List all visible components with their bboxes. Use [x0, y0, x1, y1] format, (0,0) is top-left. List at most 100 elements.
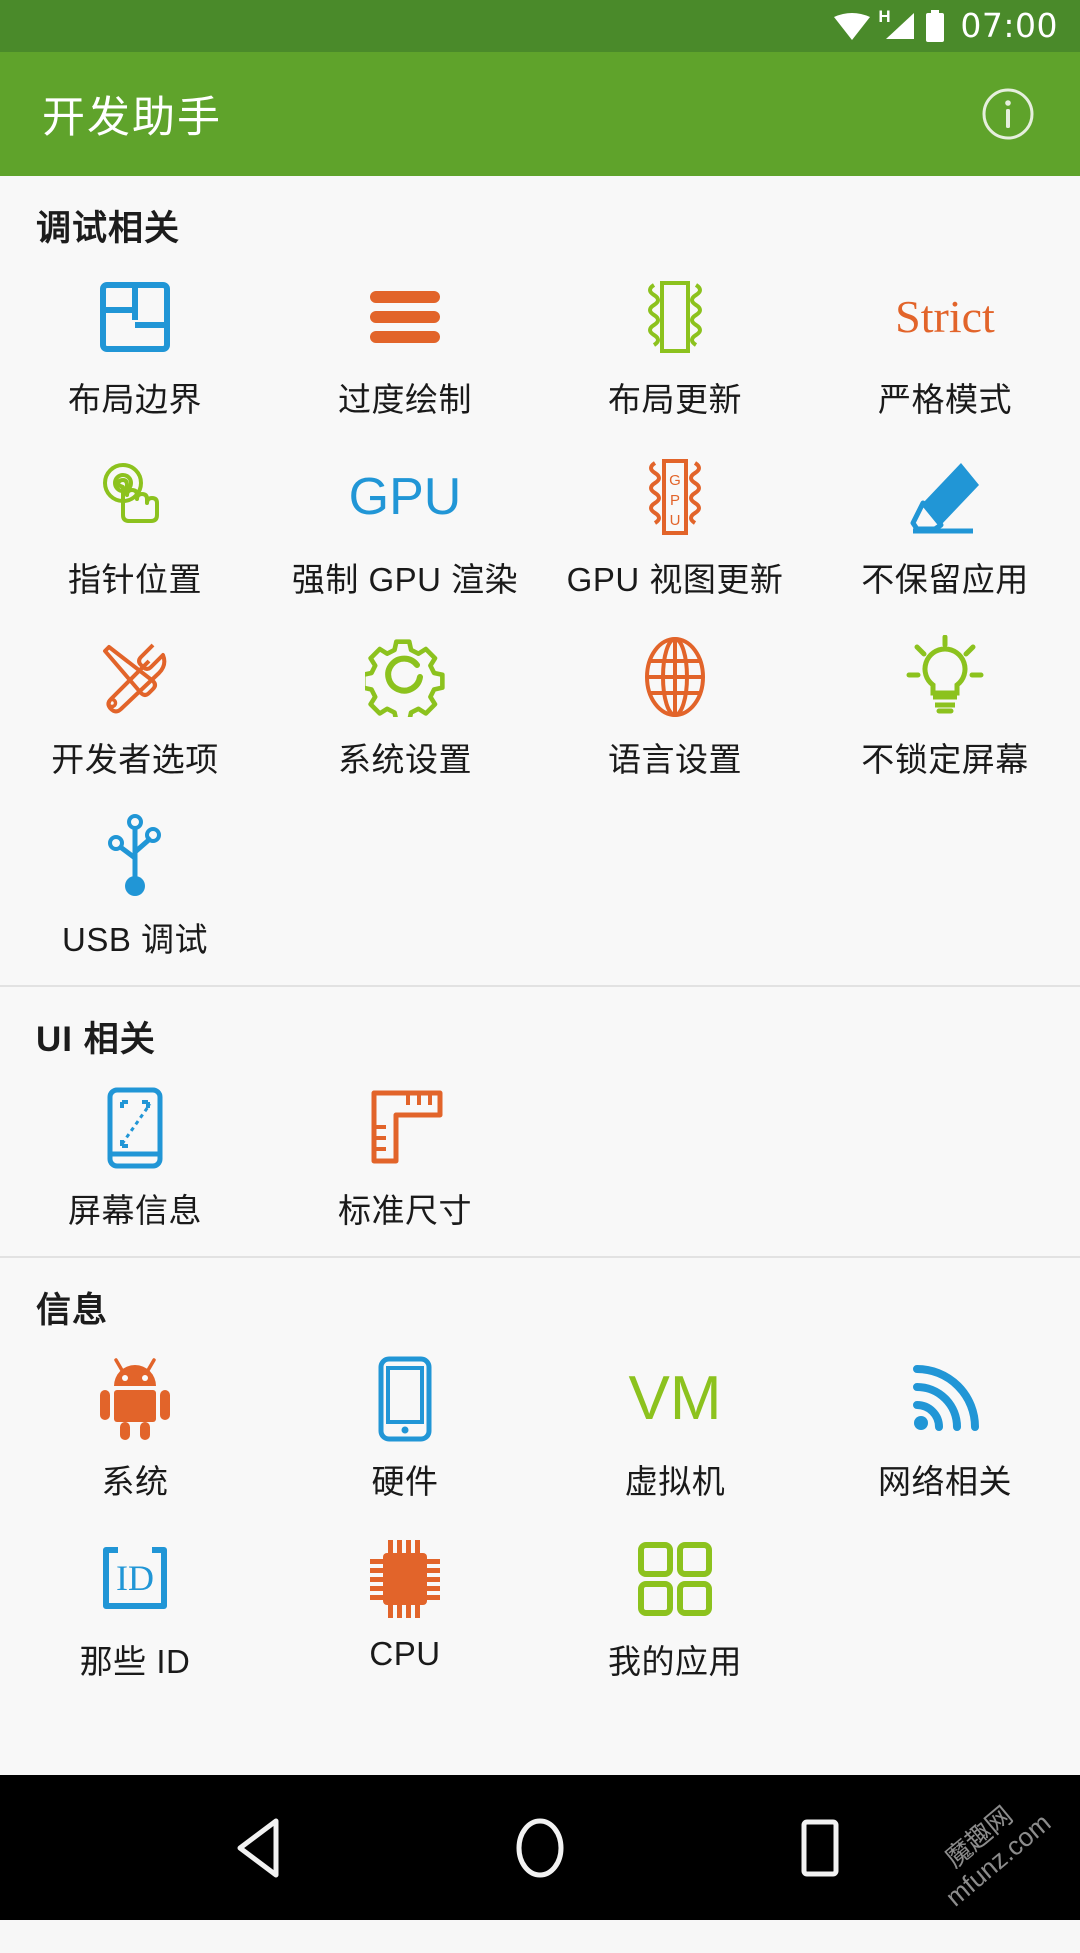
section-info: 信息 系统 — [0, 1256, 1080, 1707]
grid-item-my-apps[interactable]: 我的应用 — [540, 1519, 810, 1699]
app-bar: 开发助手 — [0, 52, 1080, 176]
id-text: ID — [116, 1558, 154, 1598]
grid-item-label: CPU — [369, 1635, 440, 1673]
globe-icon — [635, 631, 715, 723]
grid-item-label: 指针位置 — [68, 553, 202, 601]
grid-item-label: 硬件 — [372, 1455, 439, 1503]
layout-bounds-icon — [98, 271, 172, 363]
grid-ui: 屏幕信息 标准尺寸 — [0, 1068, 1080, 1248]
grid-item-dont-keep-activities[interactable]: 不保留应用 — [810, 437, 1080, 617]
tools-icon — [95, 631, 175, 723]
info-icon[interactable] — [978, 84, 1038, 144]
section-debug: 调试相关 布局边界 — [0, 176, 1080, 985]
page-title: 开发助手 — [42, 83, 222, 145]
grid-item-those-ids[interactable]: ID 那些 ID — [0, 1519, 270, 1699]
grid-item-hardware[interactable]: 硬件 — [270, 1339, 540, 1519]
svg-text:G: G — [669, 472, 681, 489]
grid-item-label: 系统 — [102, 1455, 169, 1503]
grid-item-label: USB 调试 — [62, 913, 208, 961]
grid-item-label: GPU 视图更新 — [567, 553, 784, 601]
grid-item-label: 布局边界 — [68, 373, 202, 421]
ruler-icon — [364, 1082, 446, 1174]
recents-icon[interactable] — [765, 1793, 875, 1903]
grid-item-label: 标准尺寸 — [338, 1184, 472, 1232]
grid-item-screen-info[interactable]: 屏幕信息 — [0, 1068, 270, 1248]
battery-icon — [925, 10, 945, 42]
section-title-debug: 调试相关 — [0, 176, 1080, 257]
grid-item-standard-size[interactable]: 标准尺寸 — [270, 1068, 540, 1248]
status-bar: H 07:00 — [0, 0, 1080, 52]
pointer-location-icon — [95, 451, 175, 543]
watermark-line1: 魔趣网 — [940, 1801, 1019, 1874]
gpu-view-update-icon: G P U — [635, 451, 715, 543]
id-icon: ID — [94, 1533, 176, 1625]
grid-item-label: 不保留应用 — [861, 553, 1029, 601]
grid-item-pointer-location[interactable]: 指针位置 — [0, 437, 270, 617]
vm-icon: VM — [629, 1353, 722, 1445]
gpu-render-icon: GPU — [349, 451, 462, 543]
grid-item-label: 过度绘制 — [338, 373, 472, 421]
status-bar-clock: 07:00 — [960, 6, 1058, 45]
svg-text:U: U — [670, 512, 681, 529]
wifi-icon — [833, 11, 871, 41]
grid-item-label: 网络相关 — [878, 1455, 1012, 1503]
watermark-line2: mfunz.com — [940, 1808, 1057, 1913]
eraser-icon — [905, 451, 985, 543]
strict-mode-text: Strict — [895, 294, 995, 340]
grid-item-layout-update[interactable]: 布局更新 — [540, 257, 810, 437]
wifi-signal-icon — [907, 1353, 983, 1445]
svg-text:P: P — [670, 492, 680, 509]
apps-grid-icon — [635, 1533, 715, 1625]
grid-item-label: 严格模式 — [878, 373, 1012, 421]
grid-item-label: 那些 ID — [80, 1635, 191, 1683]
cpu-chip-icon — [365, 1533, 445, 1625]
grid-item-label: 语言设置 — [608, 733, 742, 781]
strict-mode-icon: Strict — [895, 271, 995, 363]
grid-item-label: 我的应用 — [608, 1635, 742, 1683]
back-icon[interactable] — [205, 1793, 315, 1903]
grid-item-strict-mode[interactable]: Strict 严格模式 — [810, 257, 1080, 437]
grid-item-label: 不锁定屏幕 — [861, 733, 1029, 781]
vm-text: VM — [629, 1368, 722, 1430]
grid-item-label: 开发者选项 — [51, 733, 219, 781]
home-icon[interactable] — [485, 1793, 595, 1903]
watermark: 魔趣网 mfunz.com — [882, 1745, 1080, 1953]
overdraw-icon — [366, 271, 444, 363]
grid-item-force-gpu-render[interactable]: GPU 强制 GPU 渲染 — [270, 437, 540, 617]
lightbulb-icon — [903, 631, 987, 723]
grid-item-label: 虚拟机 — [625, 1455, 726, 1503]
grid-item-usb-debug[interactable]: USB 调试 — [0, 797, 270, 977]
usb-icon — [95, 811, 175, 903]
grid-item-system-settings[interactable]: 系统设置 — [270, 617, 540, 797]
system-nav-bar: 魔趣网 mfunz.com — [0, 1775, 1080, 1920]
grid-item-virtual-machine[interactable]: VM 虚拟机 — [540, 1339, 810, 1519]
section-title-info: 信息 — [0, 1258, 1080, 1339]
screen-info-icon — [100, 1082, 170, 1174]
grid-item-label: 系统设置 — [338, 733, 472, 781]
grid-item-label: 屏幕信息 — [68, 1184, 202, 1232]
gear-icon — [365, 631, 445, 723]
main-content: 调试相关 布局边界 — [0, 176, 1080, 1781]
section-title-ui: UI 相关 — [0, 987, 1080, 1068]
grid-item-network[interactable]: 网络相关 — [810, 1339, 1080, 1519]
grid-debug: 布局边界 过度绘制 — [0, 257, 1080, 977]
phone-icon — [373, 1353, 437, 1445]
android-icon — [96, 1353, 174, 1445]
gpu-render-text: GPU — [349, 471, 462, 523]
grid-item-system[interactable]: 系统 — [0, 1339, 270, 1519]
grid-info: 系统 硬件 VM 虚拟机 — [0, 1339, 1080, 1699]
grid-item-layout-bounds[interactable]: 布局边界 — [0, 257, 270, 437]
grid-item-overdraw[interactable]: 过度绘制 — [270, 257, 540, 437]
layout-update-icon — [636, 271, 714, 363]
bottom-spacer — [0, 1707, 1080, 1781]
signal-h-icon: H — [880, 11, 916, 41]
grid-item-label: 强制 GPU 渲染 — [292, 553, 518, 601]
grid-item-gpu-view-update[interactable]: G P U GPU 视图更新 — [540, 437, 810, 617]
signal-type-label: H — [878, 7, 890, 27]
grid-item-label: 布局更新 — [608, 373, 742, 421]
grid-item-developer-options[interactable]: 开发者选项 — [0, 617, 270, 797]
grid-item-cpu[interactable]: CPU — [270, 1519, 540, 1699]
section-ui: UI 相关 屏幕信息 — [0, 985, 1080, 1256]
grid-item-keep-screen-on[interactable]: 不锁定屏幕 — [810, 617, 1080, 797]
grid-item-language-settings[interactable]: 语言设置 — [540, 617, 810, 797]
